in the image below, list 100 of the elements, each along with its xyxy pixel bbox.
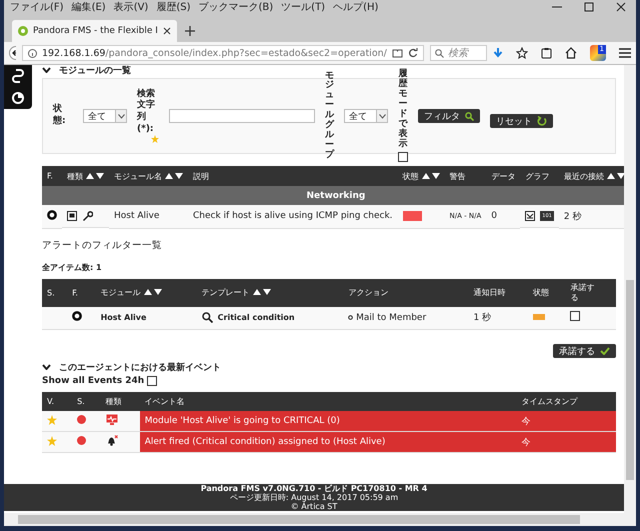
logo-icon (18, 26, 28, 36)
new-tab-icon[interactable] (185, 26, 195, 36)
menu-item[interactable]: ブックマーク(B) (198, 0, 274, 14)
chevron-icon[interactable] (42, 364, 51, 370)
search-field[interactable]: 検索 (430, 45, 487, 61)
item-count: 全アイテム数: 1 (42, 262, 103, 272)
info-icon (28, 48, 37, 58)
footer-text: Pandora FMS v7.0NG.710 - ビルド PC170810 - MR 4 (200, 484, 428, 493)
menu-item[interactable]: 表示(V) (114, 0, 148, 14)
section-title: このエージェントにおける最新イベント (59, 361, 221, 374)
back-icon[interactable] (9, 46, 16, 60)
footer-text: © Ártica ST (290, 502, 338, 511)
show-all-checkbox[interactable] (147, 376, 158, 386)
close-icon[interactable] (163, 27, 171, 35)
wrench-icon[interactable] (82, 210, 93, 222)
menu-item[interactable]: ヘルプ(H) (333, 0, 378, 14)
url-text: 192.168.1.69/pandora_console/index.php?sec=estado&sec2=operation/ (42, 48, 387, 58)
event-timestamp: 今 (522, 416, 531, 428)
sort-icon[interactable] (86, 172, 104, 180)
chart-icon[interactable] (525, 211, 536, 221)
check-icon (600, 347, 610, 355)
sort-icon[interactable] (165, 172, 183, 180)
status-dot-icon (77, 415, 86, 424)
star-icon[interactable] (516, 47, 528, 59)
table-cell: Mail to Member (343, 306, 468, 330)
pie-icon[interactable] (11, 91, 25, 105)
menu-item[interactable]: 履歴(S) (156, 0, 190, 14)
status-label: 状態: (53, 104, 67, 128)
ring-icon (72, 311, 82, 322)
column-header: 状態 (398, 166, 445, 186)
acknowledge-checkbox[interactable] (570, 311, 580, 322)
event-name: Module 'Host Alive' is going to CRITICAL (0) (144, 415, 340, 427)
footer-text: ページ更新日時: August 14, 2017 05:59 am (230, 493, 398, 502)
search-icon[interactable] (202, 312, 213, 323)
section-title: モジュールの一覧 (59, 64, 131, 76)
network-icon (67, 211, 77, 221)
caret-icon (118, 114, 124, 118)
link-icon[interactable] (12, 69, 24, 83)
column-header: タイムスタンプ (516, 392, 616, 411)
column-header: S. (72, 392, 101, 411)
history-checkbox[interactable] (398, 152, 408, 162)
column-header: グラフ (520, 166, 559, 186)
browser-tab[interactable]: Pandora FMS - the Flexible I (12, 20, 177, 42)
column-header: テンプレート (196, 278, 344, 306)
table-cell: Check if host is alive using ICMP ping check. (188, 205, 398, 228)
home-icon[interactable] (565, 47, 577, 59)
acknowledge-button[interactable]: 承諾する (553, 344, 616, 358)
reload-icon[interactable] (408, 48, 418, 58)
search-input[interactable] (169, 109, 315, 123)
column-header: F. (67, 278, 96, 306)
column-header: 説明 (188, 166, 398, 186)
caret-icon (378, 114, 386, 118)
table-cell: Host Alive (96, 306, 197, 330)
scrollbar[interactable] (4, 513, 636, 526)
ring-icon (47, 210, 57, 220)
menu-item[interactable]: ツール(T) (281, 0, 326, 14)
scrollbar[interactable] (624, 65, 636, 513)
sort-icon[interactable] (606, 172, 625, 180)
bell-icon (106, 435, 118, 446)
column-header: 通知日時 (468, 278, 528, 306)
menu-item[interactable]: 編集(E) (72, 0, 106, 14)
column-header: アクション (343, 278, 468, 306)
column-header: V. (42, 392, 72, 411)
column-header: 種類 (100, 392, 140, 411)
star-icon (47, 436, 57, 446)
column-header: モジュール (96, 278, 197, 306)
filter-button[interactable]: フィルタ (418, 109, 480, 123)
chevron-icon[interactable] (42, 67, 51, 73)
sort-icon[interactable] (252, 289, 271, 296)
star-icon (47, 414, 57, 424)
column-header: S. (42, 278, 68, 306)
clipboard-icon[interactable] (541, 47, 552, 59)
show-all-label: Show all Events 24h (42, 376, 144, 386)
column-header: データ (486, 166, 520, 186)
reset-button[interactable]: リセット (490, 114, 553, 128)
close-icon[interactable] (616, 2, 626, 12)
menu-icon[interactable] (619, 48, 631, 58)
tab-title: Pandora FMS - the Flexible I (33, 26, 158, 36)
maximize-icon[interactable] (584, 2, 594, 12)
column-header: イベント名 (140, 392, 517, 411)
group-select[interactable]: 全て (344, 109, 388, 123)
table-cell: 0 (486, 205, 520, 228)
search-label: 検索文字列(*): (137, 88, 156, 136)
history-label: 履歴モードで表示 (398, 70, 408, 150)
event-name: Alert fired (Critical condition) assigned to (Host Alive) (144, 436, 386, 448)
table-cell: Critical condition (218, 313, 295, 322)
menu-item[interactable]: ファイル(F) (10, 0, 64, 14)
download-icon[interactable] (493, 48, 503, 58)
sort-icon[interactable] (422, 172, 440, 180)
reader-icon[interactable] (392, 48, 403, 58)
status-dot-icon (77, 436, 86, 445)
address-bar[interactable]: 192.168.1.69/pandora_console/index.php?sec=estado&sec2=operation/ (22, 45, 424, 61)
bullet-icon (348, 314, 354, 320)
status-select[interactable]: 全て (83, 109, 127, 123)
column-header: 承諾する (565, 278, 616, 306)
column-header: 警告 (444, 166, 486, 186)
sort-icon[interactable] (144, 289, 162, 296)
column-header: モジュール名 (109, 166, 188, 186)
table-cell: Host Alive (109, 205, 188, 228)
event-timestamp: 今 (522, 436, 531, 448)
